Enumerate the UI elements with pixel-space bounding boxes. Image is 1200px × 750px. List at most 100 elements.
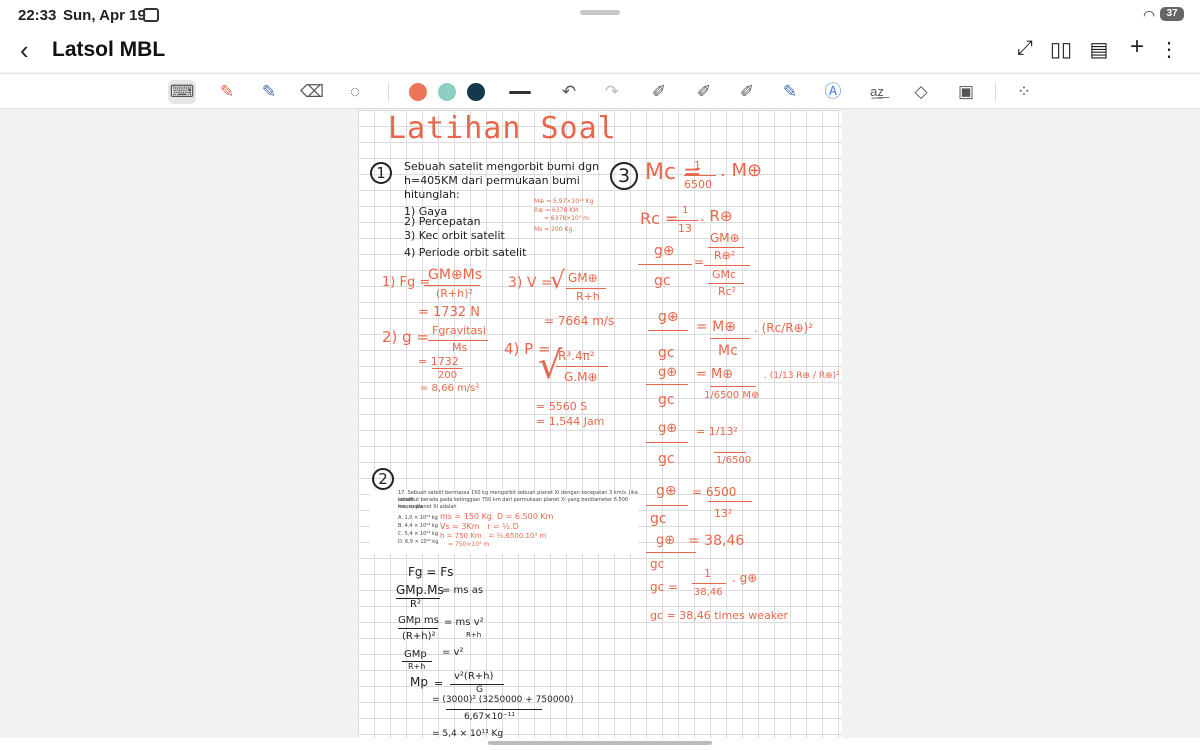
doc-settings-icon[interactable]: ▤ bbox=[1087, 37, 1111, 62]
wifi-icon: ◠ bbox=[1143, 7, 1156, 23]
q2-work: = v² bbox=[442, 647, 464, 658]
expand-icon[interactable]: ⤢ bbox=[1013, 37, 1037, 60]
given-note: ms = 150 Kg D = 6.500 Km bbox=[440, 512, 554, 521]
fg-result: = 1732 N bbox=[418, 305, 480, 320]
multitasking-grabber[interactable] bbox=[580, 10, 620, 15]
v-result: = 7664 m/s bbox=[544, 314, 615, 328]
fraction-bar bbox=[398, 628, 438, 629]
q2-work: GMp.Ms bbox=[396, 583, 444, 597]
q2-work: R+h bbox=[408, 662, 426, 671]
option-b: B. 4,4 × 10²³ kg bbox=[398, 523, 438, 529]
book-icon[interactable]: ▯▯ bbox=[1049, 37, 1073, 62]
g-step-denominator: 200 bbox=[438, 370, 458, 381]
q1-line: h=405KM dari permukaan bumi bbox=[404, 174, 580, 187]
q1-line: hitunglah: bbox=[404, 188, 460, 201]
q2-work: GMp ms bbox=[398, 615, 439, 626]
text-box-icon[interactable]: a͟z͟ bbox=[863, 80, 891, 104]
document-header: ‹ Latsol MBL ⤢ ▯▯ ▤ + ⋮ bbox=[0, 30, 1200, 72]
keyboard-icon[interactable]: ⌨ bbox=[168, 80, 196, 104]
fraction-bar bbox=[676, 220, 698, 221]
p-numerator: R³.4π² bbox=[558, 349, 595, 363]
q3-step: gc bbox=[658, 345, 675, 361]
q1-constant: Ms = 200 Kg bbox=[534, 226, 573, 233]
image-lock-icon[interactable]: ▣ bbox=[952, 80, 980, 104]
fraction-bar bbox=[704, 265, 750, 266]
pen-icon[interactable]: ✎ bbox=[213, 80, 241, 104]
status-bar: 22:33 Sun, Apr 19 ◠ 37 bbox=[0, 0, 1200, 30]
q3-step: R⊕² bbox=[714, 249, 736, 262]
q3-step: gc bbox=[650, 511, 667, 527]
color-swatch-navy[interactable] bbox=[467, 83, 485, 101]
note-canvas[interactable]: Latihan Soal 1 Sebuah satelit mengorbit … bbox=[358, 110, 842, 738]
fraction-bar bbox=[710, 386, 756, 387]
fraction-bar bbox=[566, 288, 606, 289]
q2-work: Fg = Fs bbox=[408, 565, 454, 579]
option-d: D. 6,9 × 10²³ kg bbox=[398, 539, 439, 545]
q3-step: = 6500 bbox=[692, 485, 737, 499]
highlighter-icon[interactable]: ✎ bbox=[255, 80, 283, 104]
undo-icon[interactable]: ↶ bbox=[555, 80, 583, 104]
q1-line: Sebuah satelit mengorbit bumi dgn bbox=[404, 160, 600, 173]
more-icon[interactable]: ⋮ bbox=[1157, 37, 1181, 62]
home-indicator[interactable] bbox=[488, 741, 712, 745]
question-number-1: 1 bbox=[370, 162, 392, 184]
rc-label: Rc = bbox=[640, 209, 679, 228]
q1-constant: R⊕ = 6378 KM bbox=[534, 207, 579, 214]
fraction-bar bbox=[708, 283, 744, 284]
q3-step: . g⊕ bbox=[732, 571, 758, 585]
q3-step: = M⊕ bbox=[696, 367, 734, 382]
mc-numerator: 1 bbox=[694, 159, 701, 172]
add-shape-icon[interactable]: ✐ bbox=[690, 80, 718, 104]
given-note: h = 750 Km = ½.6500.10³ m bbox=[440, 532, 547, 540]
fraction-bar bbox=[648, 330, 688, 331]
status-time: 22:33 bbox=[18, 7, 57, 24]
p-result: = 1,544 Jam bbox=[536, 415, 605, 428]
shapes-icon[interactable]: ◇ bbox=[907, 80, 935, 104]
given-note: Vs = 3Km r = ½.D bbox=[440, 522, 519, 531]
text-tool-icon[interactable]: ✐ bbox=[733, 80, 761, 104]
fraction-bar bbox=[556, 366, 608, 367]
q3-step: GM⊕ bbox=[710, 231, 740, 245]
q2-work: v²(R+h) bbox=[454, 671, 494, 682]
q2-work: = (3000)² (3250000 + 750000) bbox=[432, 695, 574, 705]
fraction-bar bbox=[646, 442, 688, 443]
q2-work: R² bbox=[410, 599, 421, 610]
g-denominator: Ms bbox=[452, 341, 468, 354]
stroke-width-icon[interactable] bbox=[509, 91, 531, 94]
q2-work: R+h bbox=[466, 631, 482, 639]
color-swatch-coral[interactable] bbox=[409, 83, 427, 101]
q3-step: gc bbox=[658, 392, 675, 408]
fraction-bar bbox=[646, 505, 688, 506]
q3-step: . (1/13 R⊕ / R⊕)² bbox=[764, 371, 840, 381]
add-icon[interactable]: + bbox=[1125, 33, 1149, 61]
mc-tail: . M⊕ bbox=[720, 160, 763, 181]
q3-step: GMc bbox=[712, 268, 737, 281]
chevron-left-icon[interactable]: ‹ bbox=[20, 35, 29, 66]
page-title: Latihan Soal bbox=[388, 111, 617, 146]
p-denominator: G.M⊕ bbox=[564, 370, 598, 384]
q3-step: 1/6500 bbox=[716, 455, 752, 466]
text-style-icon[interactable]: Ⓐ bbox=[819, 80, 847, 104]
status-date: Sun, Apr 19 bbox=[63, 7, 146, 24]
redo-icon[interactable]: ↷ bbox=[598, 80, 626, 104]
fraction-bar bbox=[708, 501, 752, 502]
q3-step: gc bbox=[654, 273, 671, 289]
g-step: = 1732 bbox=[418, 355, 459, 368]
problem-line: massa planet Xi adalah bbox=[398, 504, 457, 510]
q2-work: GMp bbox=[404, 649, 427, 660]
shape-pen-icon[interactable]: ✐ bbox=[645, 80, 673, 104]
option-a: A. 1,0 × 10²³ kg bbox=[398, 515, 438, 521]
toolbar-divider bbox=[995, 82, 996, 102]
q1-constant: M⊕ = 5,97×10²⁴ Kg bbox=[534, 198, 594, 205]
q3-step: = bbox=[694, 255, 705, 269]
mc-denominator: 6500 bbox=[684, 178, 712, 191]
lasso-icon[interactable]: ◌ bbox=[341, 80, 369, 104]
eraser-icon[interactable]: ⌫ bbox=[298, 80, 326, 104]
marker-icon[interactable]: ✎ bbox=[776, 80, 804, 104]
g-result: = 8,66 m/s² bbox=[420, 383, 480, 394]
color-swatch-teal[interactable] bbox=[438, 83, 456, 101]
q2-work: (R+h)² bbox=[402, 631, 436, 642]
fraction-bar bbox=[708, 247, 744, 248]
q1-line: 4) Periode orbit satelit bbox=[404, 246, 527, 259]
more-tools-icon[interactable]: ⁘ bbox=[1010, 80, 1038, 104]
